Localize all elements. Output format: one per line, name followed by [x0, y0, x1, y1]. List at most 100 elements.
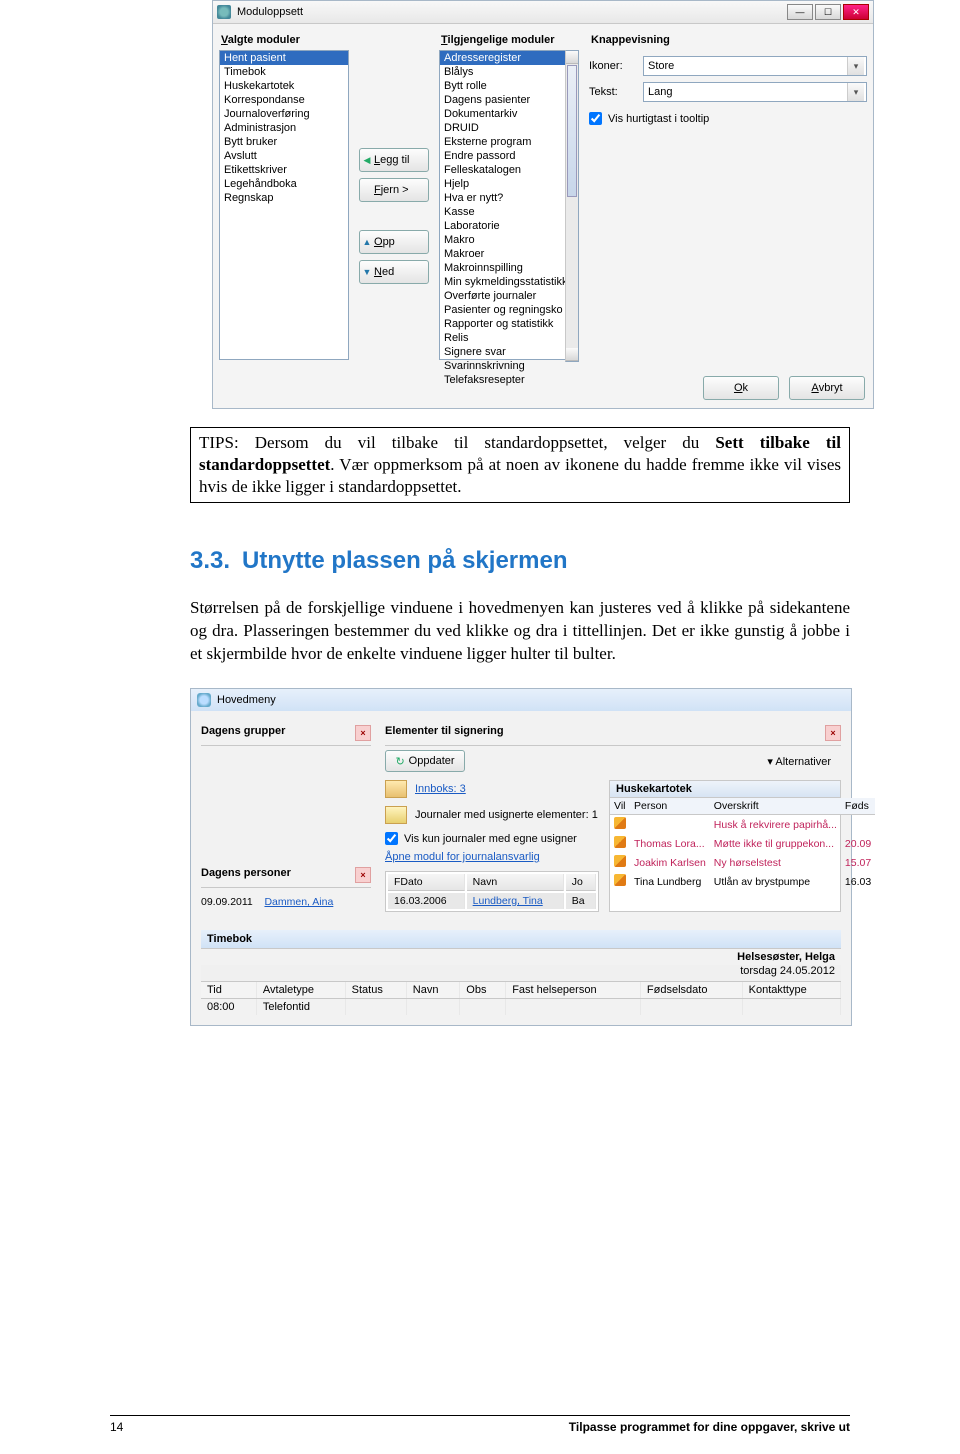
- list-item[interactable]: Blålys: [440, 65, 565, 79]
- tooltip-checkbox[interactable]: [589, 112, 602, 125]
- list-item[interactable]: Korrespondanse: [220, 93, 348, 107]
- flag-icon: [614, 874, 626, 886]
- icons-dropdown[interactable]: Store: [643, 56, 867, 76]
- unsigned-label: Journaler med usignerte elementer: 1: [415, 809, 598, 821]
- dialog-title: Moduloppsett: [237, 6, 787, 18]
- list-item[interactable]: Makro: [440, 233, 565, 247]
- list-item[interactable]: Dagens pasienter: [440, 93, 565, 107]
- list-item[interactable]: Timebok: [220, 65, 348, 79]
- list-item[interactable]: Thomas Lora...Møtte ikke til gruppekon..…: [610, 834, 875, 853]
- list-item[interactable]: Laboratorie: [440, 219, 565, 233]
- list-item[interactable]: Hva er nytt?: [440, 191, 565, 205]
- app-icon: [197, 693, 211, 707]
- person-link[interactable]: Lundberg, Tina: [473, 895, 543, 907]
- text-dropdown[interactable]: Lang: [643, 82, 867, 102]
- dagens-personer-header[interactable]: Dagens personer ×: [201, 863, 371, 888]
- main-menu-bar[interactable]: Hovedmeny: [191, 689, 851, 711]
- close-icon[interactable]: ×: [355, 725, 371, 741]
- main-menu-label: Hovedmeny: [217, 694, 276, 706]
- col-navn[interactable]: Navn: [467, 874, 564, 891]
- table-row[interactable]: 08:00 Telefontid: [201, 999, 841, 1016]
- maximize-button[interactable]: ☐: [815, 4, 841, 20]
- close-button[interactable]: ✕: [843, 4, 869, 20]
- list-item[interactable]: Telefaksresepter: [440, 373, 565, 387]
- elements-header[interactable]: Elementer til signering ×: [385, 721, 841, 746]
- dagens-grupper-header[interactable]: Dagens grupper ×: [201, 721, 371, 746]
- list-item[interactable]: Min sykmeldingsstatistikk: [440, 275, 565, 289]
- list-item[interactable]: Bytt rolle: [440, 79, 565, 93]
- page-footer: 14 Tilpasse programmet for dine oppgaver…: [110, 1415, 850, 1434]
- cancel-button[interactable]: Avbryt: [789, 376, 865, 400]
- list-item[interactable]: Endre passord: [440, 149, 565, 163]
- list-item[interactable]: Journaloverføring: [220, 107, 348, 121]
- list-item[interactable]: Eksterne program: [440, 135, 565, 149]
- dialog-titlebar[interactable]: Moduloppsett — ☐ ✕: [213, 1, 873, 24]
- list-item[interactable]: Pasienter og regningsko: [440, 303, 565, 317]
- tips-text: TIPS: Dersom du vil tilbake til standard…: [199, 433, 715, 452]
- section-title: Utnytte plassen på skjermen: [242, 547, 567, 574]
- list-item[interactable]: Administrasjon: [220, 121, 348, 135]
- ok-button[interactable]: Ok: [703, 376, 779, 400]
- list-item[interactable]: Avslutt: [220, 149, 348, 163]
- close-icon[interactable]: ×: [825, 725, 841, 741]
- list-item[interactable]: Husk å rekvirere papirhå...: [610, 815, 875, 835]
- tooltip-label: Vis hurtigtast i tooltip: [608, 113, 709, 125]
- close-icon[interactable]: ×: [355, 867, 371, 883]
- flag-icon: [614, 855, 626, 867]
- alternatives-tab[interactable]: ▾ Alternativer: [767, 753, 841, 770]
- page-number: 14: [110, 1420, 123, 1434]
- section-number: 3.3.: [190, 547, 230, 574]
- col-fdato[interactable]: FDato: [388, 874, 465, 891]
- list-item[interactable]: Hent pasient: [220, 51, 348, 65]
- up-button[interactable]: ▲Opp: [359, 230, 429, 254]
- timebok-panel: Timebok Helsesøster, Helga torsdag 24.05…: [201, 930, 841, 1015]
- add-button[interactable]: ◀Legg til: [359, 148, 429, 172]
- journal-table[interactable]: FDatoNavnJo 16.03.2006Lundberg, TinaBa: [385, 871, 599, 912]
- list-item[interactable]: Svarinnskrivning: [440, 359, 565, 373]
- flag-icon: [614, 817, 626, 829]
- list-item[interactable]: Regnskap: [220, 191, 348, 205]
- preview-header: Knappevisning: [589, 30, 867, 50]
- list-item[interactable]: Signere svar: [440, 345, 565, 359]
- list-item[interactable]: Kasse: [440, 205, 565, 219]
- list-item[interactable]: Tina LundbergUtlån av brystpumpe16.03: [610, 872, 875, 891]
- minimize-button[interactable]: —: [787, 4, 813, 20]
- list-item[interactable]: Felleskatalogen: [440, 163, 565, 177]
- down-button[interactable]: ▼Ned: [359, 260, 429, 284]
- timebok-title[interactable]: Timebok: [201, 930, 841, 949]
- remove-button[interactable]: Fjern >: [359, 178, 429, 202]
- list-item[interactable]: Bytt bruker: [220, 135, 348, 149]
- list-item[interactable]: 09.09.2011 Dammen, Aina: [201, 892, 371, 912]
- user-label: Helsesøster, Helga: [201, 949, 841, 965]
- list-item[interactable]: Huskekartotek: [220, 79, 348, 93]
- list-item[interactable]: Rapporter og statistikk: [440, 317, 565, 331]
- list-item[interactable]: Joakim KarlsenNy hørselstest15.07: [610, 853, 875, 872]
- inbox-link[interactable]: Innboks: 3: [415, 783, 466, 795]
- timebok-table[interactable]: Tid Avtaletype Status Navn Obs Fast hels…: [201, 982, 841, 1015]
- reminder-panel: Huskekartotek VilPersonOverskriftFøds Hu…: [609, 780, 841, 912]
- refresh-button[interactable]: ↻Oppdater: [385, 750, 465, 772]
- list-item[interactable]: Overførte journaler: [440, 289, 565, 303]
- open-module-link[interactable]: Åpne modul for journalansvarlig: [385, 851, 540, 863]
- envelope-icon: [385, 780, 407, 798]
- reminder-title[interactable]: Huskekartotek: [610, 781, 840, 798]
- list-item[interactable]: Dokumentarkiv: [440, 107, 565, 121]
- list-item[interactable]: Makroinnspilling: [440, 261, 565, 275]
- list-item[interactable]: DRUID: [440, 121, 565, 135]
- list-item[interactable]: Relis: [440, 331, 565, 345]
- document-lock-icon: [385, 806, 407, 824]
- list-item[interactable]: Hjelp: [440, 177, 565, 191]
- module-setup-dialog: Moduloppsett — ☐ ✕ Valgte moduler Hent p…: [212, 0, 874, 409]
- table-row[interactable]: 16.03.2006Lundberg, TinaBa: [388, 893, 596, 909]
- list-item[interactable]: Makroer: [440, 247, 565, 261]
- own-only-checkbox[interactable]: [385, 832, 398, 845]
- list-item[interactable]: Legehåndboka: [220, 177, 348, 191]
- list-item[interactable]: Adresseregister: [440, 51, 565, 65]
- col-jo[interactable]: Jo: [566, 874, 596, 891]
- person-link[interactable]: Dammen, Aina: [264, 896, 333, 908]
- available-modules-list[interactable]: AdresseregisterBlålysBytt rolleDagens pa…: [439, 50, 565, 360]
- text-label: Tekst:: [589, 86, 633, 98]
- scrollbar[interactable]: [565, 50, 579, 362]
- list-item[interactable]: Etikettskriver: [220, 163, 348, 177]
- selected-modules-list[interactable]: Hent pasientTimebokHuskekartotekKorrespo…: [219, 50, 349, 360]
